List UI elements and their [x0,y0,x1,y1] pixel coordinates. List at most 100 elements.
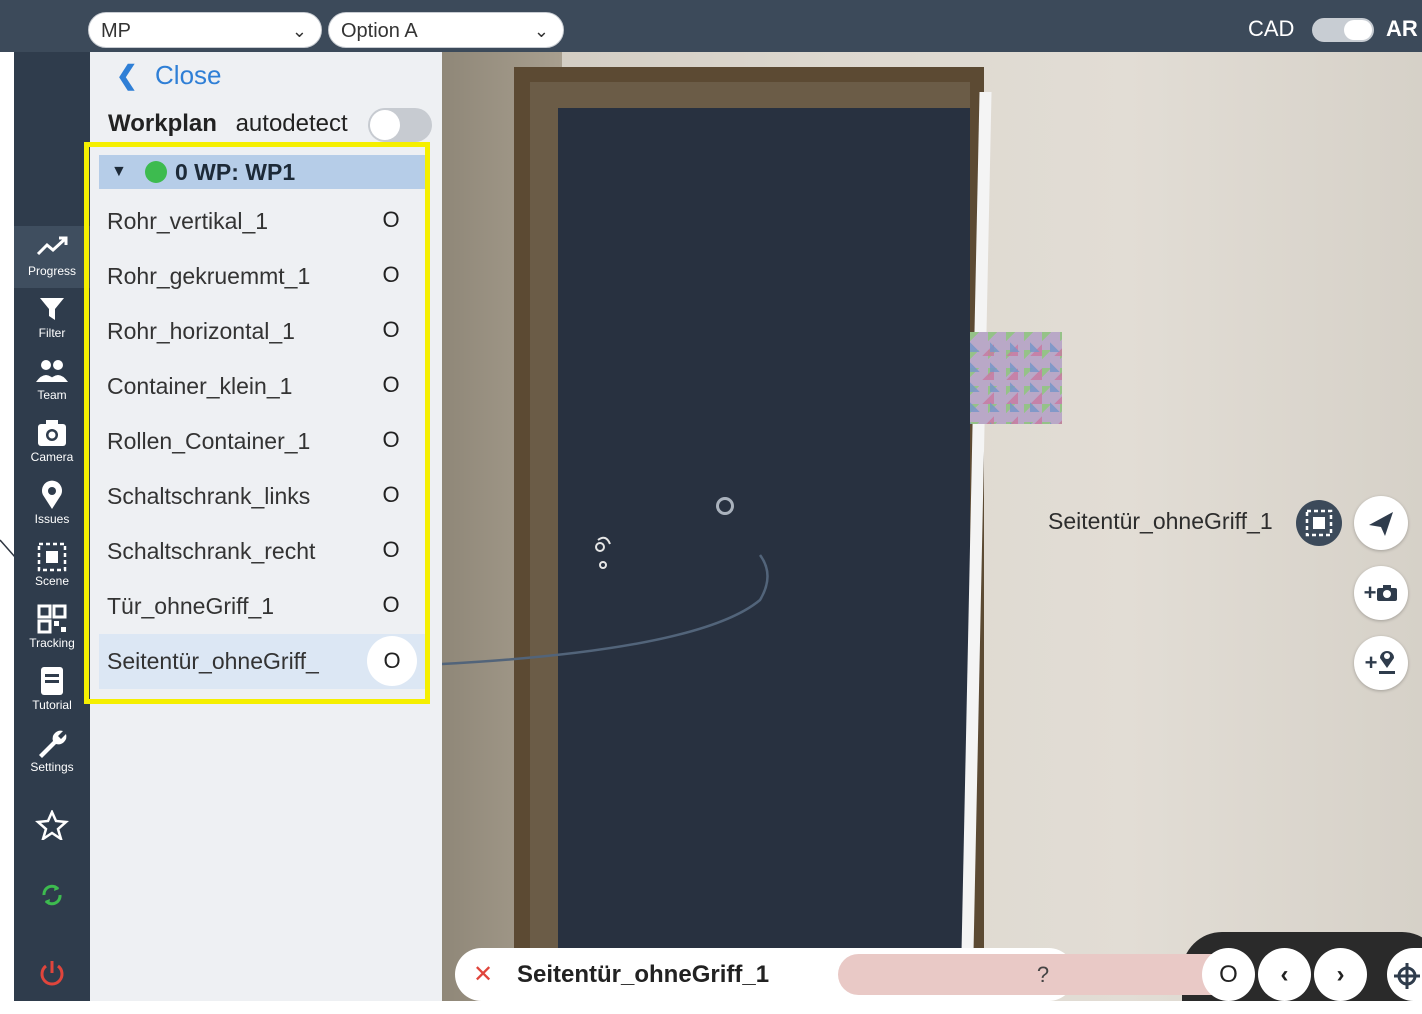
sidebar-item-label: Issues [34,512,70,526]
status-circle-button[interactable]: O [377,316,405,344]
model-select-value: MP [101,20,131,42]
next-button[interactable]: › [1314,948,1367,1001]
camera-icon [1377,585,1398,601]
send-icon [1369,512,1393,536]
close-label: Close [155,60,222,90]
list-item[interactable]: Rohr_vertikal_1 O [99,194,425,249]
sidebar-item-label: Camera [30,450,74,464]
sidebar-item-label: Settings [30,760,74,774]
status-circle-button[interactable]: O [377,591,405,619]
toggle-knob [370,110,400,140]
cad-label: CAD [1248,16,1295,41]
list-item[interactable]: Container_klein_1 O [99,359,425,414]
prev-button[interactable]: ‹ [1258,948,1311,1001]
workplan-group-header[interactable]: ▼ 0 WP: WP1 [99,155,425,189]
add-photo-button[interactable]: + [1354,566,1408,620]
workplan-panel: ❮ Close Workplan autodetect ▼ 0 WP: WP1 … [84,52,442,1001]
list-item-label: Schaltschrank_recht [107,538,316,564]
sidebar-item-tracking[interactable]: Tracking [14,598,90,660]
option-select-value: Option A [341,20,418,42]
status-circle-button[interactable]: O [377,536,405,564]
sidebar-item-team[interactable]: Team [14,350,90,412]
cad-door-overlay[interactable] [558,108,970,1001]
status-circle-button[interactable]: O [367,636,417,686]
recenter-button[interactable] [1387,948,1422,1001]
toggle-knob [1344,20,1372,40]
list-item[interactable]: Schaltschrank_recht O [99,524,425,579]
autodetect-label: autodetect [235,110,348,137]
workplan-list: ▼ 0 WP: WP1 Rohr_vertikal_1 O Rohr_gekru… [84,142,430,704]
qr-icon [37,604,67,634]
ar-camera-view[interactable] [442,52,1422,1001]
add-issue-plus: + [1364,650,1378,675]
wall-poster [970,332,1062,424]
list-item[interactable]: Schaltschrank_links O [99,469,425,524]
sidebar-item-filter[interactable]: Filter [14,288,90,350]
sidebar-item-label: Tracking [29,636,75,650]
model-select[interactable]: MP ⌄ [88,12,322,48]
sidebar-item-settings[interactable]: Settings [14,722,90,784]
list-item[interactable]: Tür_ohneGriff_1 O [99,579,425,634]
close-icon[interactable]: ✕ [473,960,493,989]
door-knob [716,497,734,515]
list-item-label: Container_klein_1 [107,373,293,399]
list-item[interactable]: Rohr_horizontal_1 O [99,304,425,359]
status-bar[interactable]: ? [838,954,1248,995]
power-button[interactable] [14,952,90,1014]
top-bar: MP ⌄ Option A ⌄ CAD AR [0,0,1422,52]
option-select[interactable]: Option A ⌄ [328,12,564,48]
sidebar-item-label: Tutorial [32,698,72,712]
ar-label: AR [1386,16,1418,41]
list-item-label: Rohr_horizontal_1 [107,318,295,344]
list-item[interactable]: Rollen_Container_1 O [99,414,425,469]
sidebar-item-tutorial[interactable]: Tutorial [14,660,90,722]
sync-button[interactable] [14,874,90,936]
cad-ar-toggle[interactable] [1312,18,1374,42]
ar-object-label: Seitentür_ohneGriff_1 [1048,508,1273,534]
list-item-label: Seitentür_ohneGriff_ [107,648,319,674]
select-object-button[interactable] [1296,500,1342,546]
progress-icon [36,236,68,256]
close-button[interactable]: ❮ Close [116,60,222,91]
list-item-selected[interactable]: Seitentür_ohneGriff_ O [99,634,425,689]
status-circle-button[interactable]: O [377,371,405,399]
status-circle-button[interactable]: O [377,206,405,234]
list-item-label: Tür_ohneGriff_1 [107,593,275,619]
sidebar-item-label: Team [37,388,67,402]
status-circle-button[interactable]: O [377,481,405,509]
autodetect-toggle[interactable] [368,108,432,142]
scene-icon [37,542,67,572]
sidebar-item-issues[interactable]: Issues [14,474,90,536]
chevron-left-icon: ❮ [116,60,138,90]
list-item-label: Rohr_gekruemmt_1 [107,263,311,289]
status-circle-button[interactable]: O [1202,948,1255,1001]
sidebar: Progress Filter Team Camera Issues Scene… [14,52,90,1001]
sidebar-item-progress[interactable]: Progress [14,226,90,288]
send-button[interactable] [1354,496,1408,550]
workplan-group-label: 0 WP: WP1 [175,159,296,185]
bottom-bar: ✕ Seitentür_ohneGriff_1 ? O ‹ › [455,948,1422,1001]
status-circle-button[interactable]: O [377,426,405,454]
workplan-title: Workplan autodetect [108,110,348,138]
camera-icon [38,420,66,446]
sidebar-item-camera[interactable]: Camera [14,412,90,474]
list-item-label: Rohr_vertikal_1 [107,208,269,234]
sidebar-item-scene[interactable]: Scene [14,536,90,598]
list-item[interactable]: Rohr_gekruemmt_1 O [99,249,425,304]
cad-ar-switch[interactable]: CAD AR [1242,14,1422,44]
status-dot-icon [145,161,167,183]
book-icon [41,667,63,695]
chevron-down-icon: ⌄ [533,21,549,41]
favorites-button[interactable] [14,804,90,866]
filter-icon [40,298,64,320]
status-circle-button[interactable]: O [377,261,405,289]
pin-icon [1379,651,1396,674]
sidebar-item-label: Progress [27,264,77,278]
team-icon [36,360,68,382]
selected-object-title: Seitentür_ohneGriff_1 [517,961,770,988]
chevron-down-icon: ⌄ [291,21,307,41]
add-issue-button[interactable]: + [1354,636,1408,690]
power-icon [40,961,64,986]
workplan-label: Workplan [108,110,217,137]
sidebar-item-label: Scene [34,574,70,588]
